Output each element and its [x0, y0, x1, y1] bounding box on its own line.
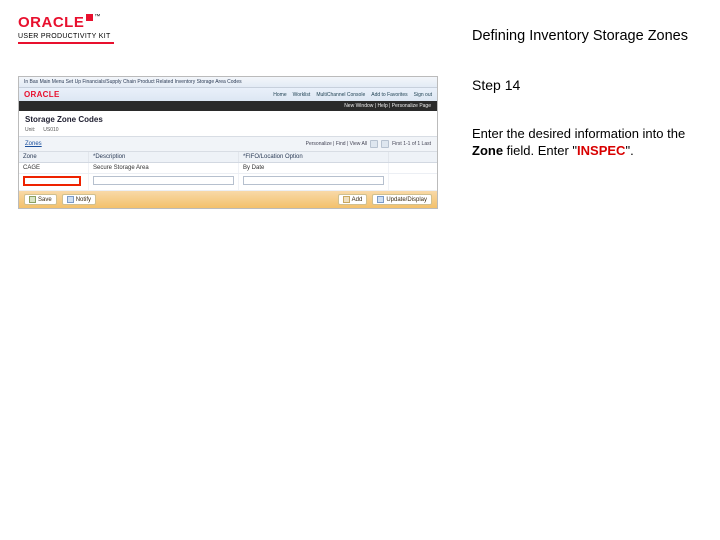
add-button[interactable]: Add	[338, 194, 368, 205]
page-title: Defining Inventory Storage Zones	[472, 28, 688, 44]
add-icon	[343, 196, 350, 203]
brand-text: ORACLE	[18, 14, 93, 31]
grid-tools: Personalize | Find | View All First 1-1 …	[306, 140, 431, 148]
unit-value: US010	[43, 127, 58, 133]
location-select[interactable]	[243, 176, 384, 185]
description-input[interactable]	[93, 176, 234, 185]
instr-inspec: INSPEC	[577, 143, 625, 158]
update-display-button[interactable]: Update/Display	[372, 194, 432, 205]
grid-icon[interactable]	[370, 140, 378, 148]
breadcrumb: In Bas Main Menu Set Up Financials/Suppl…	[24, 79, 432, 85]
breadcrumb-bar: In Bas Main Menu Set Up Financials/Suppl…	[19, 77, 437, 88]
save-icon	[29, 196, 36, 203]
page-header: ORACLE™ USER PRODUCTIVITY KIT Defining I…	[0, 0, 720, 58]
cell-zone: CAGE	[23, 165, 40, 171]
unit-label: Unit:	[25, 127, 35, 133]
body: In Bas Main Menu Set Up Financials/Suppl…	[0, 58, 720, 209]
cell-desc: Secure Storage Area	[93, 165, 149, 171]
app-brand: ORACLE	[24, 90, 60, 99]
step-label: Step 14	[472, 76, 692, 95]
brand-logo: ORACLE™ USER PRODUCTIVITY KIT	[18, 14, 114, 44]
action-bar: Save Notify Add Update/Display	[19, 191, 437, 208]
menu-multichannel[interactable]: MultiChannel Console	[316, 92, 365, 98]
product-name: USER PRODUCTIVITY KIT	[18, 33, 114, 40]
col-zone: Zone	[19, 152, 89, 162]
top-menu: Home Worklist MultiChannel Console Add t…	[273, 92, 432, 98]
window-tools-strip: New Window | Help | Personalize Page	[19, 101, 437, 111]
filter-bar: Zones Personalize | Find | View All Firs…	[19, 137, 437, 152]
instr-text-a: Enter the desired information into the	[472, 126, 685, 141]
menu-add-favorites[interactable]: Add to Favorites	[371, 92, 407, 98]
col-location: *FIFO/Location Option	[239, 152, 389, 162]
logo-rule	[18, 42, 114, 44]
table-row	[19, 174, 437, 191]
instr-text-e: ".	[625, 143, 633, 158]
instruction-panel: Step 14 Enter the desired information in…	[472, 76, 692, 209]
range-text: First 1-1 of 1 Last	[392, 141, 431, 147]
personalize-text[interactable]: Personalize | Find | View All	[306, 141, 367, 147]
instr-zone-bold: Zone	[472, 143, 503, 158]
zones-link[interactable]: Zones	[25, 141, 42, 147]
table-row: CAGE Secure Storage Area By Date	[19, 163, 437, 174]
unit-row: Unit: US010	[19, 126, 437, 137]
menu-signout[interactable]: Sign out	[414, 92, 432, 98]
section-title: Storage Zone Codes	[19, 111, 437, 126]
grid-icon[interactable]	[381, 140, 389, 148]
notify-icon	[67, 196, 74, 203]
menu-home[interactable]: Home	[273, 92, 286, 98]
zones-table: Zone *Description *FIFO/Location Option …	[19, 152, 437, 191]
zone-input-highlight[interactable]	[23, 176, 81, 186]
app-brandrow: ORACLE Home Worklist MultiChannel Consol…	[19, 88, 437, 101]
cell-loc: By Date	[243, 165, 264, 171]
update-icon	[377, 196, 384, 203]
col-description: *Description	[89, 152, 239, 162]
save-button[interactable]: Save	[24, 194, 57, 205]
instr-text-c: field. Enter "	[503, 143, 577, 158]
notify-button[interactable]: Notify	[62, 194, 96, 205]
table-header: Zone *Description *FIFO/Location Option	[19, 152, 437, 163]
app-screenshot: In Bas Main Menu Set Up Financials/Suppl…	[18, 76, 438, 209]
tm-mark: ™	[94, 14, 100, 20]
menu-worklist[interactable]: Worklist	[293, 92, 311, 98]
instruction-body: Enter the desired information into the Z…	[472, 125, 692, 160]
